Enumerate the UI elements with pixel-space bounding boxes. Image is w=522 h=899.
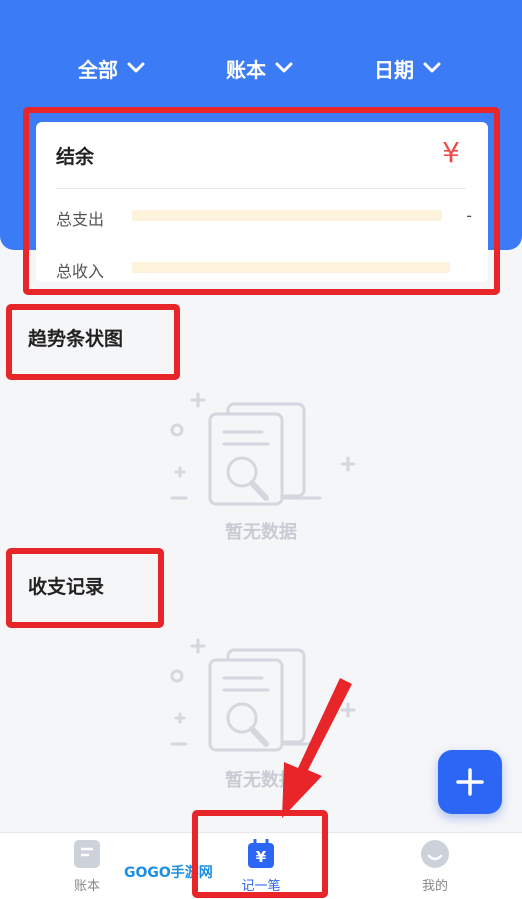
add-record-button[interactable] [438,750,502,814]
plus-icon [456,768,484,796]
pointer-arrow-icon [282,678,352,818]
nav-label-profile: 我的 [421,879,448,894]
filter-date-label: 日期 [374,57,414,82]
empty-state-icon [170,392,356,506]
chevron-down-icon [127,62,145,73]
chevron-down-icon [423,62,441,73]
chevron-down-icon [275,62,293,73]
trend-empty-text: 暂无数据 [225,522,297,543]
nav-item-ledger[interactable]: 账本 [47,839,127,894]
nav-item-profile[interactable]: 我的 [395,839,475,894]
ledger-icon [74,840,100,868]
highlight-box-trend [6,304,180,380]
filter-all[interactable]: 全部 [78,52,146,84]
highlight-box-records [6,548,164,628]
highlight-box-summary [23,107,500,295]
filter-ledger-label: 账本 [226,57,266,82]
filter-ledger[interactable]: 账本 [226,52,294,84]
highlight-box-record-tab [192,810,328,898]
filter-all-label: 全部 [78,57,118,82]
filter-date[interactable]: 日期 [374,52,442,84]
nav-label-ledger: 账本 [73,879,100,894]
profile-icon [421,840,449,868]
